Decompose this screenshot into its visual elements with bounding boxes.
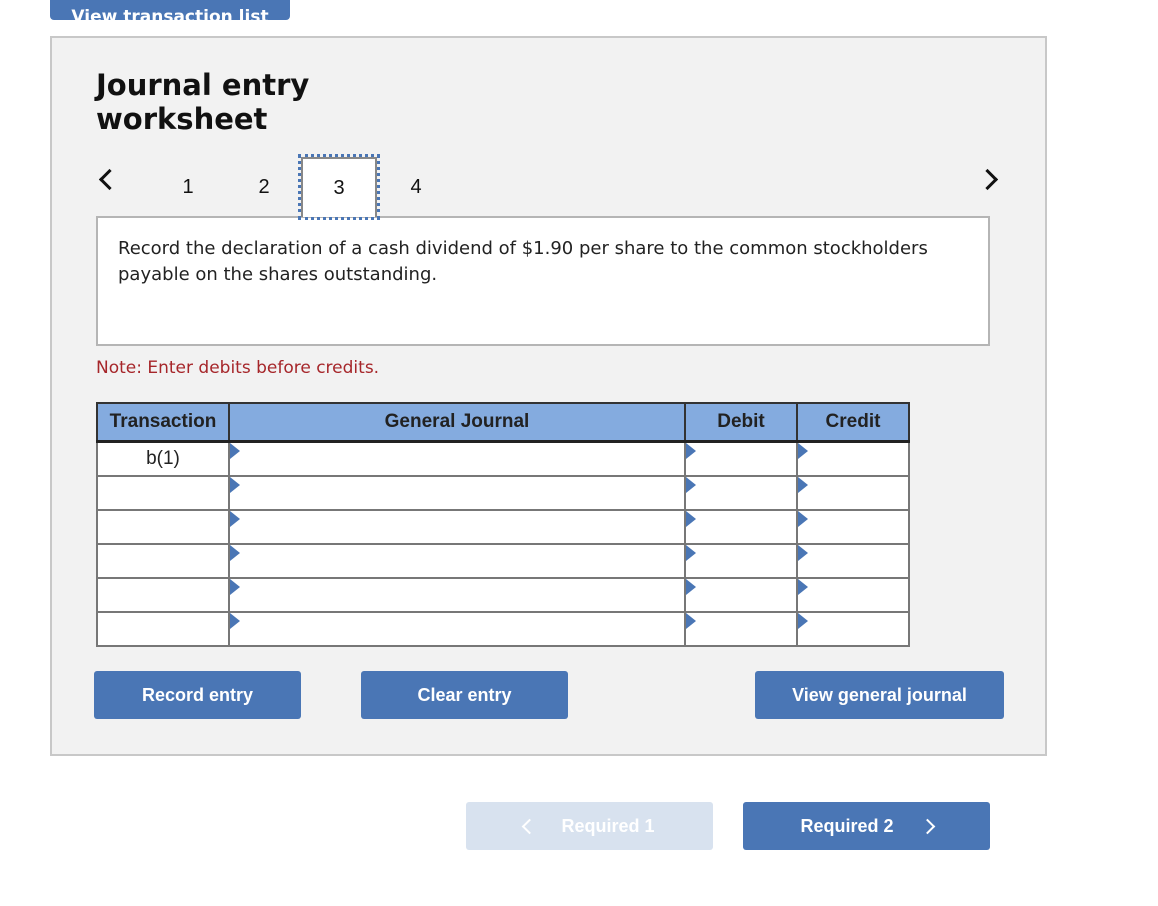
transaction-cell	[96, 509, 230, 545]
page-tab-4[interactable]: 4	[378, 157, 454, 217]
view-transaction-list-button[interactable]: View transaction list	[50, 0, 290, 20]
dropdown-marker-icon	[798, 613, 808, 629]
credit-cell[interactable]	[796, 611, 910, 647]
worksheet-title-line2: worksheet	[96, 102, 268, 136]
debit-cell[interactable]	[684, 509, 798, 545]
dropdown-marker-icon	[798, 545, 808, 561]
dropdown-marker-icon	[798, 443, 808, 459]
credit-cell[interactable]	[796, 509, 910, 545]
view-general-journal-button[interactable]: View general journal	[755, 671, 1004, 719]
credit-cell[interactable]	[796, 475, 910, 511]
table-row: b(1)	[96, 440, 910, 477]
required-2-label: Required 2	[800, 815, 894, 836]
dropdown-marker-icon	[686, 511, 696, 527]
required-1-label: Required 1	[561, 815, 655, 836]
credit-cell[interactable]	[796, 543, 910, 579]
transaction-cell	[96, 611, 230, 647]
question-text: Record the declaration of a cash dividen…	[118, 238, 928, 285]
general-journal-cell[interactable]	[228, 509, 686, 545]
worksheet-title: Journal entry worksheet	[96, 68, 309, 136]
dropdown-marker-icon	[798, 511, 808, 527]
page-tab-2[interactable]: 2	[226, 157, 302, 217]
dropdown-marker-icon	[798, 579, 808, 595]
clear-entry-button[interactable]: Clear entry	[361, 671, 568, 719]
dropdown-marker-icon	[230, 511, 240, 527]
pager-prev-button[interactable]	[96, 166, 121, 192]
dropdown-marker-icon	[798, 477, 808, 493]
chevron-right-icon	[976, 168, 999, 191]
debit-cell[interactable]	[684, 611, 798, 647]
general-journal-cell[interactable]	[228, 475, 686, 511]
journal-entry-worksheet-panel: Journal entry worksheet 1 2 3 4 Record t…	[50, 36, 1047, 756]
transaction-cell	[96, 475, 230, 511]
dropdown-marker-icon	[230, 579, 240, 595]
header-general-journal: General Journal	[228, 402, 686, 443]
dropdown-marker-icon	[230, 545, 240, 561]
transaction-cell: b(1)	[96, 440, 230, 477]
dropdown-marker-icon	[686, 613, 696, 629]
header-credit: Credit	[796, 402, 910, 443]
credit-cell[interactable]	[796, 577, 910, 613]
transaction-cell	[96, 543, 230, 579]
credit-cell[interactable]	[796, 440, 910, 477]
transaction-cell	[96, 577, 230, 613]
note-text: Note: Enter debits before credits.	[96, 358, 380, 378]
general-journal-cell[interactable]	[228, 543, 686, 579]
general-journal-cell[interactable]	[228, 440, 686, 477]
general-journal-cell[interactable]	[228, 611, 686, 647]
dropdown-marker-icon	[686, 579, 696, 595]
chevron-right-icon	[919, 818, 935, 834]
required-1-button[interactable]: Required 1	[466, 802, 713, 850]
dropdown-marker-icon	[230, 477, 240, 493]
debit-cell[interactable]	[684, 475, 798, 511]
table-row	[96, 509, 910, 545]
worksheet-title-line1: Journal entry	[96, 68, 310, 102]
dropdown-marker-icon	[230, 613, 240, 629]
page-tab-1[interactable]: 1	[150, 157, 226, 217]
dropdown-marker-icon	[230, 443, 240, 459]
chevron-left-icon	[522, 818, 538, 834]
page-tab-3[interactable]: 3	[298, 154, 380, 220]
header-transaction: Transaction	[96, 402, 230, 443]
dropdown-marker-icon	[686, 545, 696, 561]
view-transaction-list-label: View transaction list	[71, 7, 269, 21]
question-box: Record the declaration of a cash dividen…	[96, 216, 990, 346]
table-row	[96, 611, 910, 647]
debit-cell[interactable]	[684, 577, 798, 613]
pager-next-button[interactable]	[976, 166, 999, 192]
required-2-button[interactable]: Required 2	[743, 802, 990, 850]
dropdown-marker-icon	[686, 443, 696, 459]
record-entry-button[interactable]: Record entry	[94, 671, 301, 719]
general-journal-cell[interactable]	[228, 577, 686, 613]
header-debit: Debit	[684, 402, 798, 443]
journal-header-row: Transaction General Journal Debit Credit	[96, 402, 910, 443]
dropdown-marker-icon	[686, 477, 696, 493]
table-row	[96, 475, 910, 511]
journal-table: Transaction General Journal Debit Credit…	[96, 402, 910, 647]
debit-cell[interactable]	[684, 543, 798, 579]
table-row	[96, 543, 910, 579]
debit-cell[interactable]	[684, 440, 798, 477]
chevron-left-icon	[98, 168, 121, 191]
table-row	[96, 577, 910, 613]
